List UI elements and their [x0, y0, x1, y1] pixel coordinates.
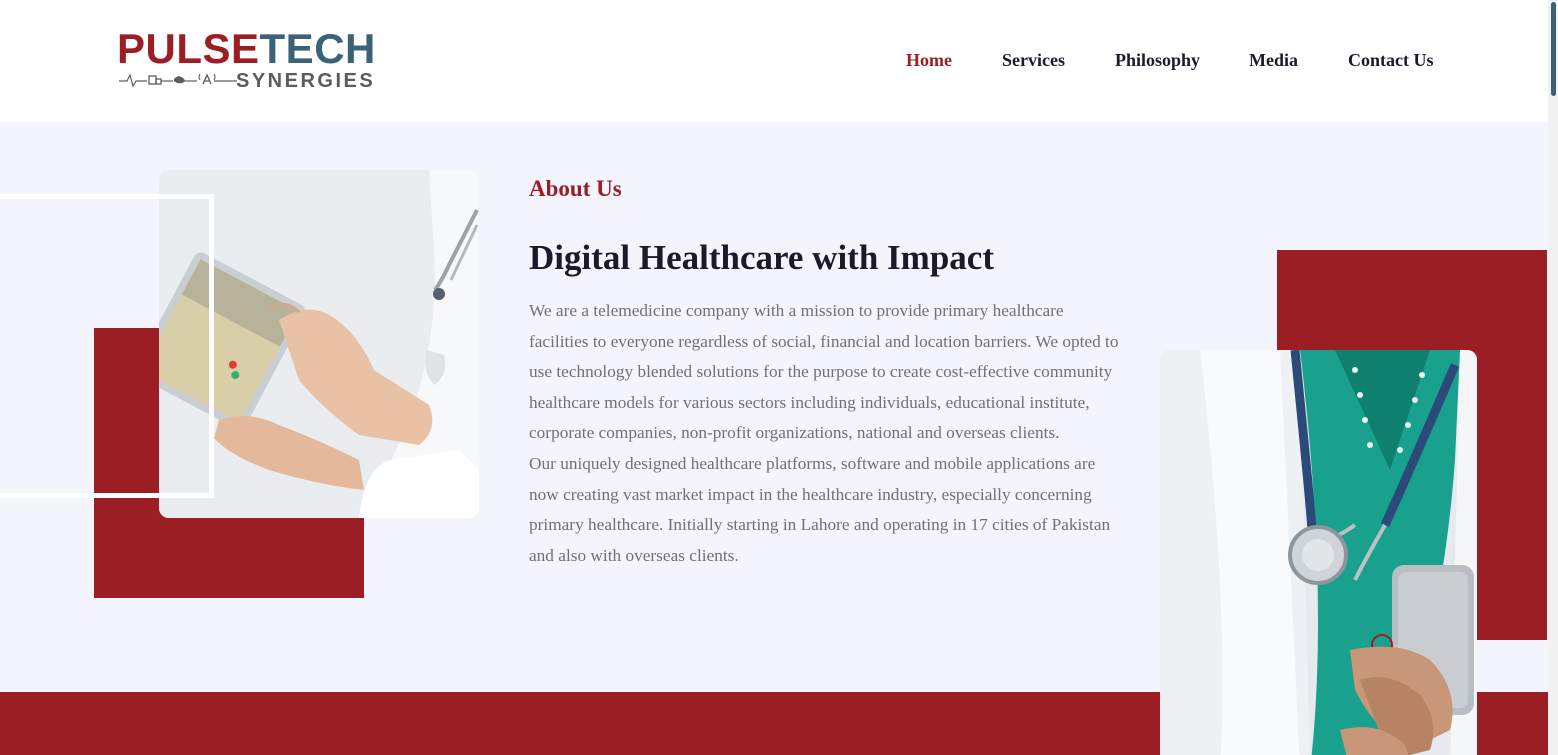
about-us-label: About Us [529, 176, 622, 201]
doctor-stethoscope-image [1160, 350, 1477, 755]
main-nav: Home Services Philosophy Media Contact U… [0, 50, 1548, 76]
page-title: Digital Healthcare with Impact [529, 238, 994, 277]
nav-item-philosophy[interactable]: Philosophy [1115, 50, 1200, 71]
nav-item-media[interactable]: Media [1249, 50, 1298, 71]
about-paragraph-2: Our uniquely designed healthcare platfor… [529, 453, 1111, 565]
nav-item-contact-us[interactable]: Contact Us [1348, 50, 1434, 71]
scrollbar-track[interactable] [1548, 0, 1558, 755]
doctor-stethoscope-illustration [1160, 350, 1477, 755]
scrollbar-thumb[interactable] [1551, 2, 1556, 96]
site-header: PULSETECH SYNERGIES Home Services Philos… [0, 0, 1548, 122]
decorative-white-frame [0, 194, 214, 498]
page: PULSETECH SYNERGIES Home Services Philos… [0, 0, 1558, 755]
about-body-text: We are a telemedicine company with a mis… [529, 296, 1119, 571]
nav-item-services[interactable]: Services [1002, 50, 1065, 71]
about-paragraph-1: We are a telemedicine company with a mis… [529, 301, 1119, 443]
nav-item-home[interactable]: Home [906, 50, 952, 71]
